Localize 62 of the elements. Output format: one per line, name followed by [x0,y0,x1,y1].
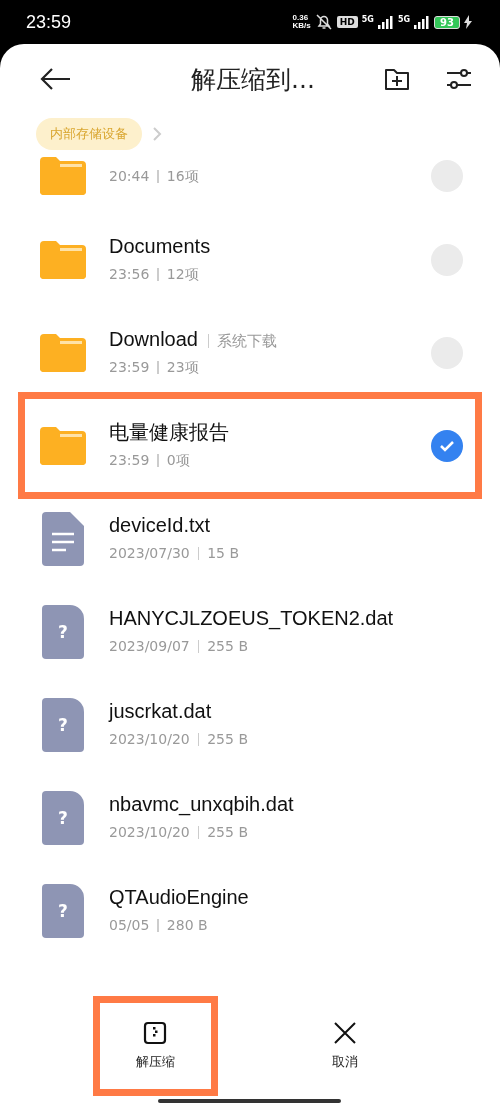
network-speed-unit: KB/s [292,22,311,30]
unknown-file-icon: ? [42,791,84,845]
file-date: 2023/09/07 [109,637,190,656]
charging-icon [464,15,472,29]
file-info: 15 B [207,544,240,563]
close-icon [333,1021,357,1045]
folder-icon [40,427,86,465]
file-info: 0项 [166,451,190,470]
file-name: 电量健康报告 [109,420,229,445]
file-row[interactable]: ? QTAudioEngine 05/05 280 B [25,864,475,957]
network-label: 5G [361,15,374,24]
file-info: 255 B [207,823,248,842]
unknown-file-icon: ? [42,884,84,938]
folder-tag: 系统下载 [207,334,277,348]
checkmark-icon [439,440,455,452]
file-date: 05/05 [109,916,150,935]
file-name: QTAudioEngine [109,885,249,910]
unknown-file-icon: ? [42,698,84,752]
file-name: Download [109,327,198,352]
file-row[interactable]: deviceId.txt 2023/07/30 15 B [25,492,475,585]
file-info: 280 B [166,916,208,935]
archive-icon [143,1021,167,1045]
file-name: Documents [109,234,211,259]
chevron-right-icon [152,126,162,142]
file-name: HANYCJLZOEUS_TOKEN2.dat [109,606,394,632]
signal-icon [414,15,431,29]
file-name: deviceId.txt [109,513,211,538]
hd-badge: HD [336,16,358,28]
file-row[interactable]: ? nbavmc_unxqbih.dat 2023/10/20 255 B [25,771,475,864]
file-row[interactable]: Download 系统下载 23:59 23项 [25,306,475,399]
file-row[interactable]: 电量健康报告 23:59 0项 [25,399,475,492]
file-info: 255 B [207,637,248,656]
file-date: 2023/10/20 [109,730,190,749]
file-date: 23:59 [109,451,150,470]
unknown-file-icon: ? [42,605,84,659]
file-info: 12项 [166,265,199,284]
network-speed: 0.36 [292,14,310,22]
file-name: nbavmc_unxqbih.dat [109,792,294,818]
file-date: 20:44 [109,167,150,186]
bell-muted-icon [314,13,333,31]
file-info: 16项 [166,167,199,186]
document-icon [42,512,84,566]
signal-icon [377,15,394,29]
file-name: juscrkat.dat [109,699,212,724]
action-button[interactable]: 解压缩 [92,996,218,1096]
file-row[interactable]: ? juscrkat.dat 2023/10/20 255 B [25,678,475,771]
file-date: 2023/10/20 [109,823,190,842]
status-time: 23:59 [26,11,72,33]
file-row[interactable]: Documents 23:56 12项 [25,213,475,306]
page-title: 解压缩到... [190,63,316,96]
file-info: 255 B [207,730,248,749]
file-date: 23:56 [109,265,150,284]
folder-icon [40,157,86,195]
file-row[interactable]: ? HANYCJLZOEUS_TOKEN2.dat 2023/09/07 255 B [25,585,475,678]
network-label: 5G [397,15,411,24]
folder-icon [40,241,86,279]
folder-icon [40,334,86,372]
file-date: 2023/07/30 [109,544,190,563]
file-info: 23项 [166,358,199,377]
file-date: 23:59 [109,358,150,377]
select-checkbox[interactable] [431,430,463,462]
battery-level: 93 [434,15,460,29]
